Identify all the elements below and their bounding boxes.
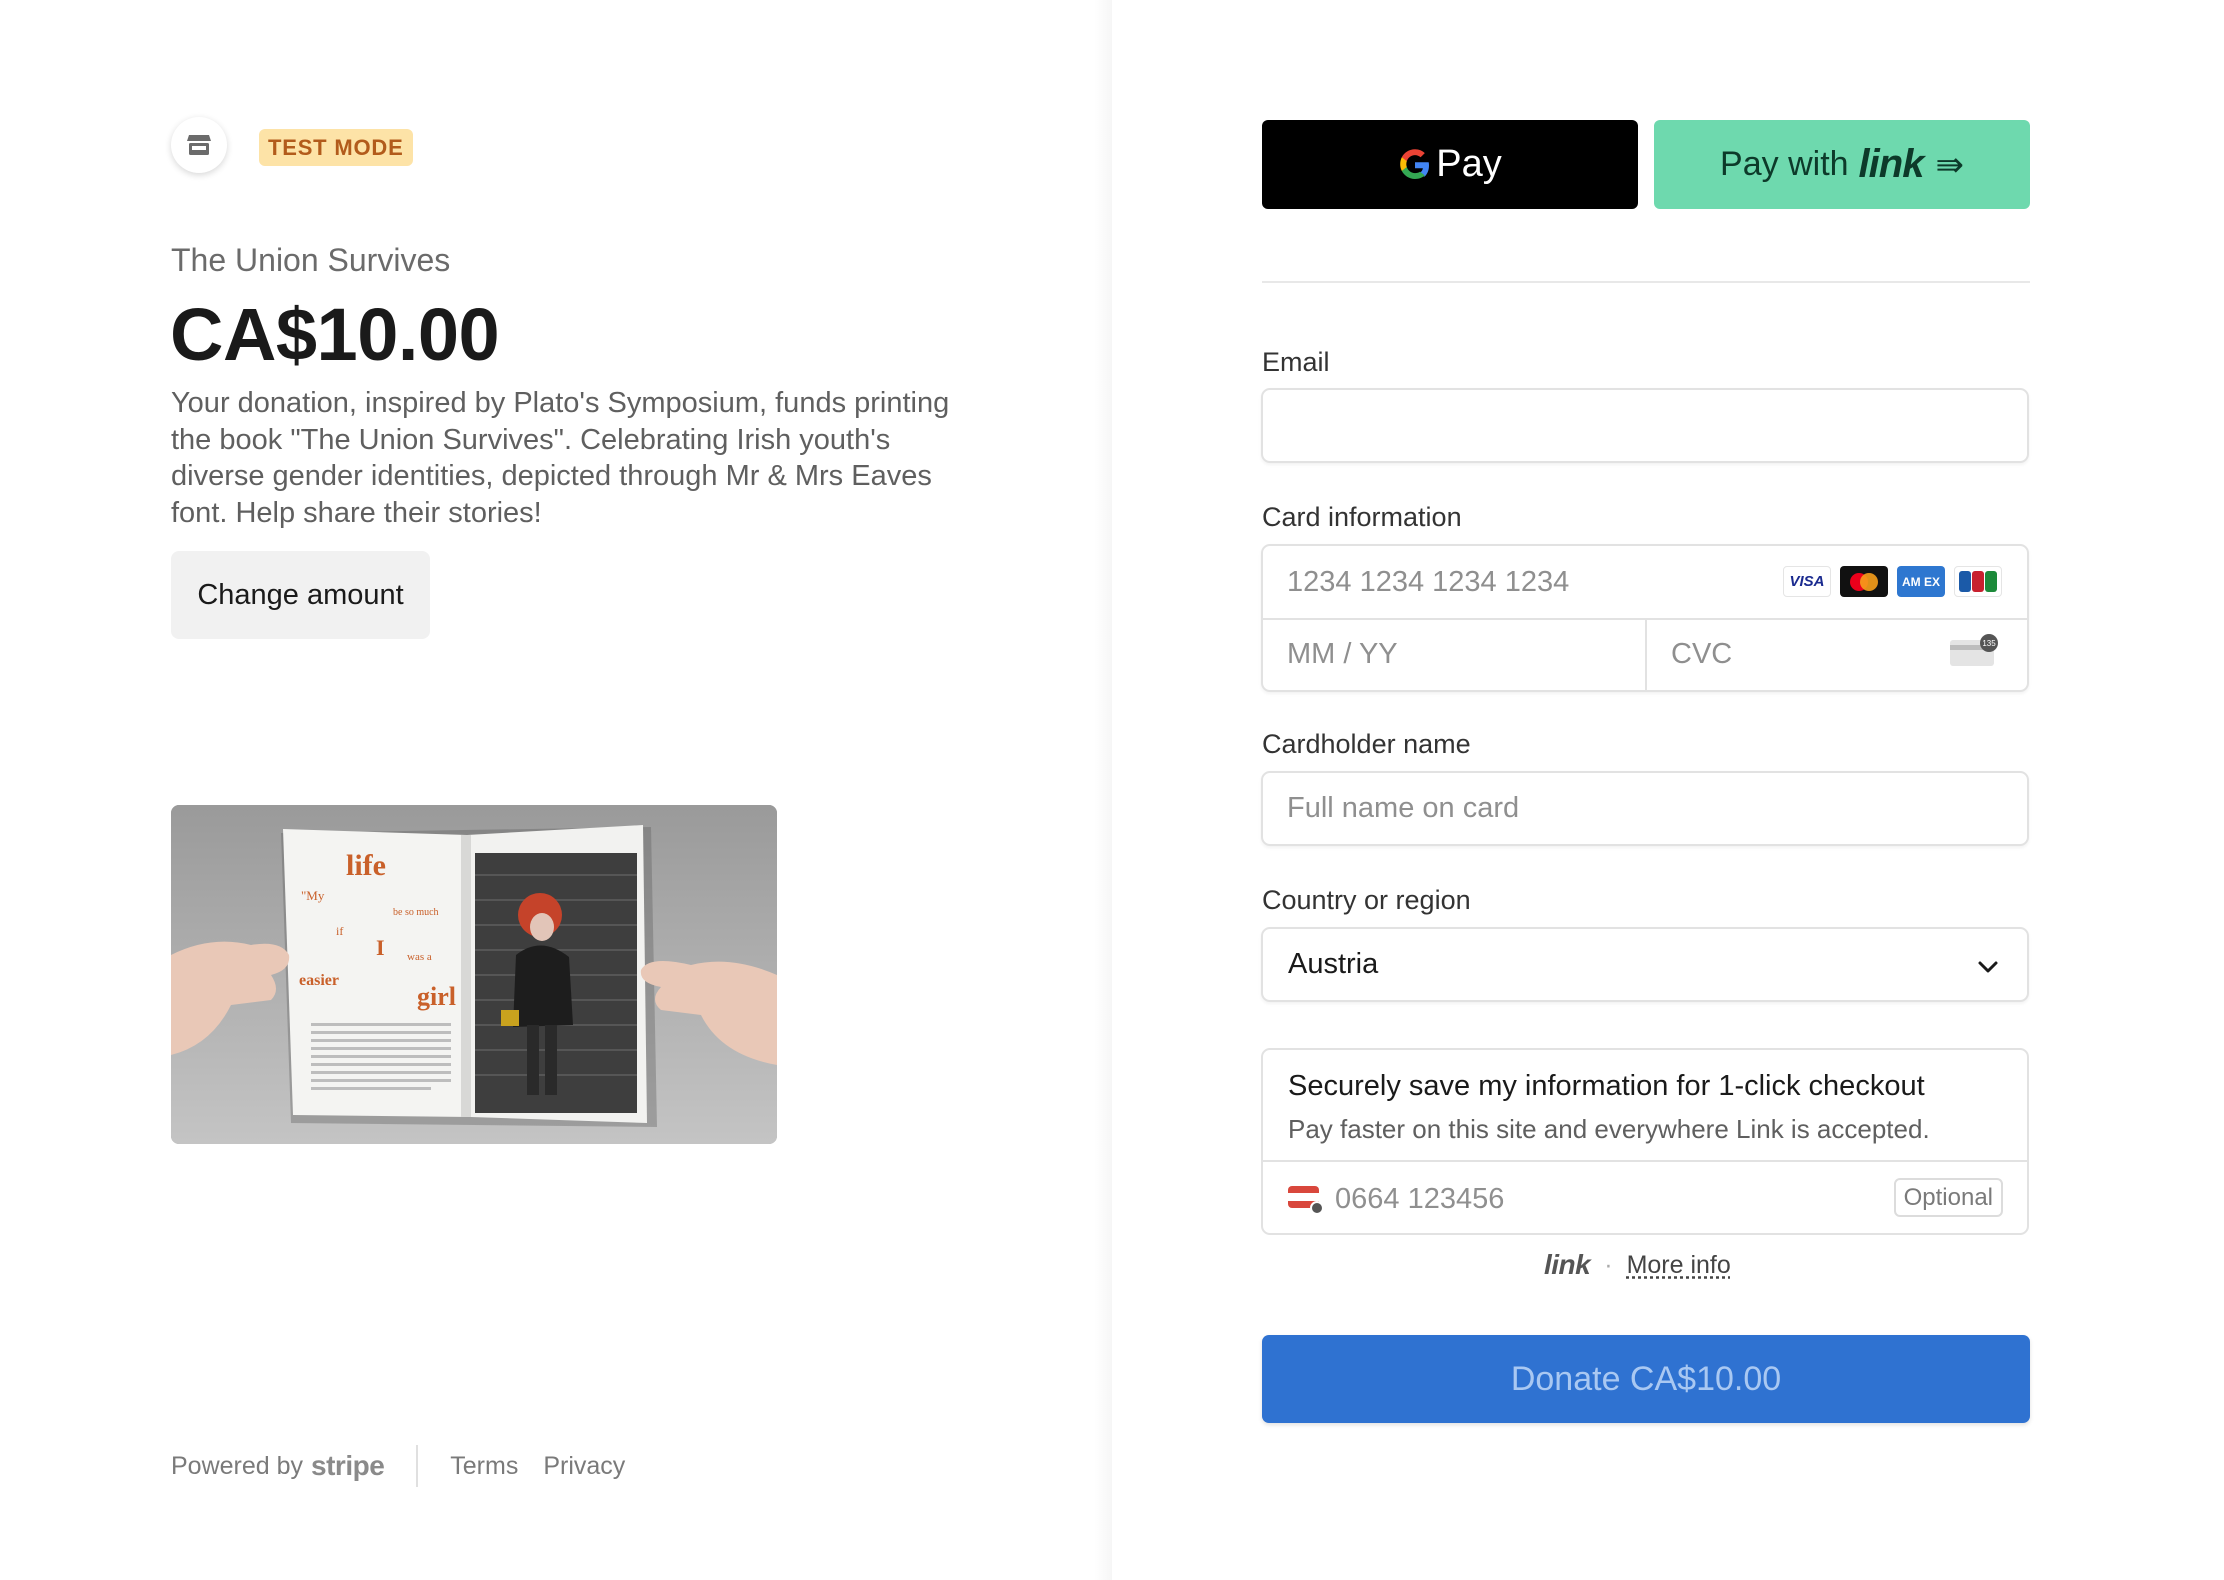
email-field-wrapper: [1261, 388, 2029, 463]
phone-row: Optional: [1263, 1162, 2027, 1237]
expiry-wrapper: [1263, 618, 1647, 690]
card-expiry-cvc-row: 135: [1263, 618, 2027, 690]
panel-divider: [1094, 0, 1112, 1580]
expiry-input[interactable]: [1263, 618, 1645, 690]
footer: Powered by stripe Terms Privacy: [171, 1445, 650, 1487]
amex-icon: AM EX: [1897, 566, 1945, 597]
svg-text:life: life: [346, 849, 386, 882]
change-amount-button[interactable]: Change amount: [171, 551, 430, 639]
product-price: CA$10.00: [170, 293, 500, 376]
country-value: Austria: [1288, 948, 1379, 980]
link-footer-separator: ·: [1604, 1250, 1613, 1279]
more-info-link[interactable]: More info: [1627, 1251, 1731, 1280]
mastercard-icon: [1840, 566, 1888, 597]
phone-input-wrapper: [1333, 1162, 1881, 1237]
google-pay-button[interactable]: Pay: [1262, 120, 1638, 209]
link-pay-prefix: Pay with: [1720, 145, 1849, 183]
link-logo: link: [1858, 142, 1925, 186]
powered-by-label: Powered by: [171, 1451, 304, 1480]
stripe-logo[interactable]: stripe: [311, 1450, 385, 1482]
product-name: The Union Survives: [171, 242, 451, 278]
phone-input[interactable]: [1333, 1162, 1881, 1237]
svg-text:if: if: [336, 924, 343, 938]
card-number-row: VISA AM EX: [1263, 546, 2027, 620]
cvc-card-icon: 135: [1950, 634, 1998, 666]
storefront-icon: [187, 135, 211, 155]
google-g-icon: [1400, 148, 1430, 179]
email-field[interactable]: [1263, 390, 2027, 461]
svg-text:135: 135: [1982, 639, 1996, 648]
card-info-box: VISA AM EX 135: [1261, 544, 2029, 692]
terms-link[interactable]: Terms: [450, 1452, 518, 1481]
link-save-box: Securely save my information for 1-click…: [1261, 1048, 2029, 1237]
flag-dropdown-indicator-icon: [1310, 1201, 1324, 1215]
save-info-title: Securely save my information for 1-click…: [1288, 1070, 1925, 1102]
card-brand-logos: VISA AM EX: [1783, 566, 2002, 597]
optional-tag: Optional: [1893, 1178, 2003, 1217]
svg-text:was a: was a: [407, 951, 432, 963]
footer-divider: [416, 1445, 419, 1487]
svg-text:"My: "My: [301, 888, 325, 903]
privacy-link[interactable]: Privacy: [543, 1452, 625, 1481]
cardholder-label: Cardholder name: [1262, 729, 1471, 759]
svg-text:I: I: [376, 935, 385, 960]
visa-icon: VISA: [1783, 566, 1831, 597]
country-select[interactable]: Austria: [1261, 927, 2029, 1002]
svg-text:girl: girl: [417, 982, 456, 1011]
wallet-separator: [1262, 281, 2030, 283]
arrow-right-icon: ⇛: [1935, 145, 1964, 184]
test-mode-badge: TEST MODE: [259, 129, 413, 166]
cardholder-field-wrapper: [1261, 771, 2029, 846]
jcb-icon: [1954, 566, 2002, 597]
store-avatar[interactable]: [171, 117, 227, 173]
card-info-label: Card information: [1262, 502, 1462, 532]
link-pay-button[interactable]: Pay with link ⇛: [1654, 120, 2030, 209]
link-footer: link · More info: [1544, 1247, 1731, 1283]
link-logo-small: link: [1544, 1249, 1591, 1280]
email-label: Email: [1262, 347, 1330, 377]
svg-text:be so much: be so much: [393, 907, 439, 918]
left-panel: TEST MODE The Union Survives CA$10.00 Yo…: [0, 0, 1100, 1580]
cardholder-input[interactable]: [1263, 773, 2027, 844]
product-image: life "My be so much if I was a easier gi…: [171, 805, 777, 1144]
google-pay-label: Pay: [1436, 143, 1502, 185]
country-label: Country or region: [1262, 885, 1471, 915]
cvc-wrapper: 135: [1647, 618, 2027, 690]
product-description: Your donation, inspired by Plato's Sympo…: [171, 387, 950, 529]
donate-button[interactable]: Donate CA$10.00: [1262, 1335, 2030, 1423]
chevron-down-icon: [1978, 961, 1998, 973]
svg-text:easier: easier: [299, 972, 339, 989]
save-info-subtitle: Pay faster on this site and everywhere L…: [1288, 1114, 1930, 1144]
